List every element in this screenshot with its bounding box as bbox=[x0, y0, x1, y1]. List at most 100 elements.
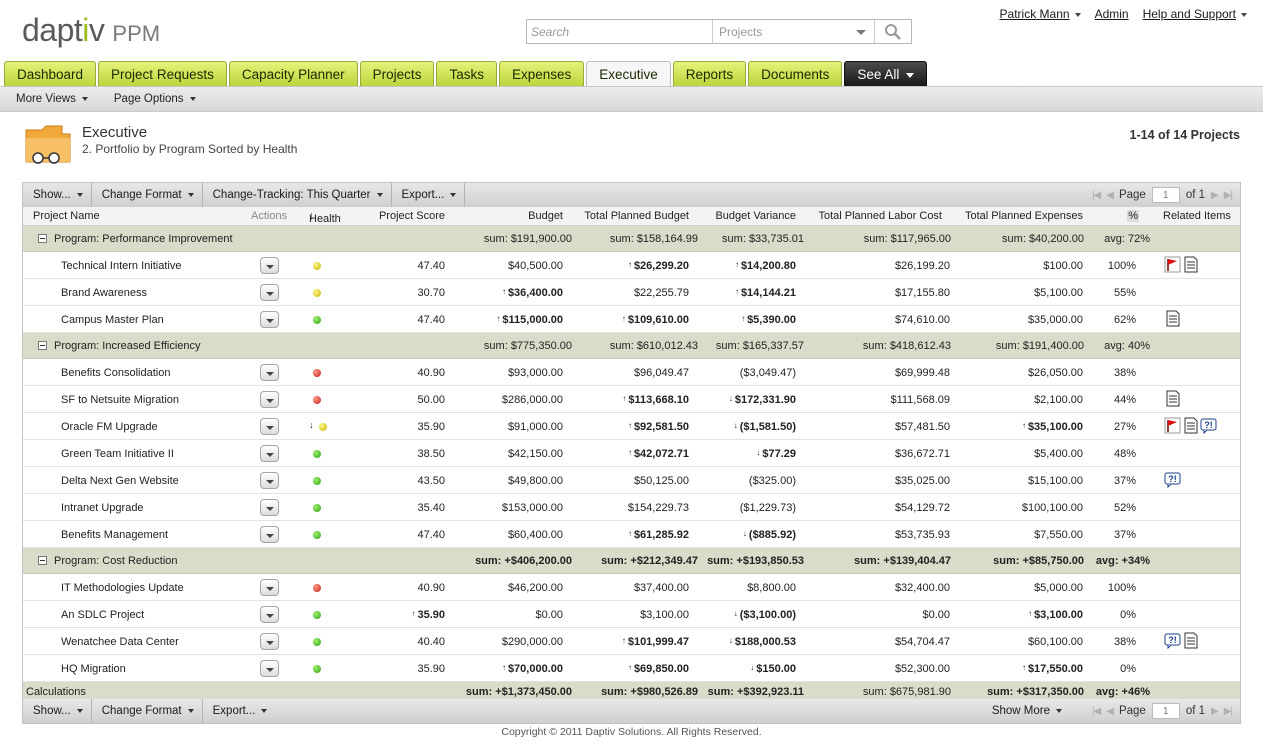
project-row[interactable]: Benefits Management 47.40 $60,400.00 ↑ $61,2… bbox=[23, 521, 1240, 548]
project-name-link[interactable]: Oracle FM Upgrade bbox=[61, 421, 158, 433]
row-actions-button[interactable] bbox=[260, 472, 279, 489]
row-actions-button[interactable] bbox=[260, 606, 279, 623]
collapse-icon[interactable] bbox=[38, 341, 47, 350]
question-icon[interactable]: ?! bbox=[1164, 632, 1181, 652]
row-actions-button[interactable] bbox=[260, 311, 279, 328]
row-actions-button[interactable] bbox=[260, 526, 279, 543]
row-actions-button[interactable] bbox=[260, 579, 279, 596]
project-name-link[interactable]: SF to Netsuite Migration bbox=[61, 394, 179, 406]
prev-page-icon[interactable]: ◀ bbox=[1106, 190, 1114, 201]
project-name-link[interactable]: Brand Awareness bbox=[61, 287, 147, 299]
document-icon[interactable] bbox=[1164, 390, 1181, 410]
row-actions-button[interactable] bbox=[260, 257, 279, 274]
col-budget[interactable]: Budget bbox=[528, 210, 563, 222]
tab-expenses[interactable]: Expenses bbox=[498, 61, 585, 86]
project-row[interactable]: Campus Master Plan 47.40 ↑ $115,000.00 ↑ $109… bbox=[23, 306, 1240, 333]
search-button[interactable] bbox=[875, 20, 911, 43]
first-page-icon[interactable]: |◀ bbox=[1092, 190, 1101, 201]
project-row[interactable]: Benefits Consolidation 40.90 $93,000.00 $96… bbox=[23, 359, 1240, 386]
show-menu-bottom[interactable]: Show... bbox=[23, 699, 92, 723]
project-name-link[interactable]: Campus Master Plan bbox=[61, 314, 164, 326]
prev-page-icon[interactable]: ◀ bbox=[1106, 706, 1114, 717]
tab-reports[interactable]: Reports bbox=[672, 61, 747, 86]
see-all-button[interactable]: See All bbox=[844, 61, 928, 86]
page-number-input[interactable] bbox=[1151, 187, 1180, 203]
row-actions-button[interactable] bbox=[260, 418, 279, 435]
project-name-link[interactable]: Technical Intern Initiative bbox=[61, 260, 181, 272]
project-name-link[interactable]: Benefits Management bbox=[61, 529, 168, 541]
row-actions-button[interactable] bbox=[260, 445, 279, 462]
row-actions-button[interactable] bbox=[260, 364, 279, 381]
document-icon[interactable] bbox=[1182, 256, 1199, 276]
last-page-icon[interactable]: ▶| bbox=[1224, 190, 1233, 201]
col-percent[interactable]: % bbox=[1127, 210, 1139, 222]
show-more-menu[interactable]: Show More bbox=[992, 699, 1062, 723]
issue-flag-icon[interactable] bbox=[1164, 417, 1181, 437]
collapse-icon[interactable] bbox=[38, 556, 47, 565]
tab-documents[interactable]: Documents bbox=[748, 61, 843, 86]
col-health[interactable]: Health ↓ bbox=[309, 210, 341, 225]
project-name-link[interactable]: An SDLC Project bbox=[61, 609, 144, 621]
project-name-link[interactable]: Green Team Initiative II bbox=[61, 448, 174, 460]
project-row[interactable]: SF to Netsuite Migration 50.00 $286,000.00… bbox=[23, 386, 1240, 413]
change-tracking-menu[interactable]: Change-Tracking: This Quarter bbox=[203, 183, 392, 207]
tab-capacity-planner[interactable]: Capacity Planner bbox=[228, 61, 358, 86]
project-name-link[interactable]: Intranet Upgrade bbox=[61, 502, 144, 514]
document-icon[interactable] bbox=[1164, 310, 1181, 330]
row-actions-button[interactable] bbox=[260, 660, 279, 677]
question-icon[interactable]: ?! bbox=[1164, 471, 1181, 491]
tab-project-requests[interactable]: Project Requests bbox=[98, 61, 227, 86]
project-row[interactable]: Intranet Upgrade 35.40 $153,000.00 $154,229… bbox=[23, 494, 1240, 521]
project-name-link[interactable]: Delta Next Gen Website bbox=[61, 475, 179, 487]
tab-dashboard[interactable]: Dashboard bbox=[4, 61, 97, 86]
project-row[interactable]: Oracle FM Upgrade ↓ 35.90 $91,000.00 ↑ $92,58… bbox=[23, 413, 1240, 440]
project-row[interactable]: An SDLC Project ↑ 35.90 $0.00 $3,100.00 ↓ ($3,… bbox=[23, 601, 1240, 628]
col-project-name[interactable]: Project Name bbox=[33, 210, 100, 222]
project-row[interactable]: Green Team Initiative II 38.50 $42,150.00 ↑… bbox=[23, 440, 1240, 467]
last-page-icon[interactable]: ▶| bbox=[1224, 706, 1233, 717]
search-input[interactable]: Search bbox=[527, 20, 713, 43]
show-menu[interactable]: Show... bbox=[23, 183, 92, 207]
project-row[interactable]: IT Methodologies Update 40.90 $46,200.00 $3… bbox=[23, 574, 1240, 601]
more-views-menu[interactable]: More Views bbox=[16, 93, 88, 105]
export-menu-bottom[interactable]: Export... bbox=[203, 699, 276, 723]
project-row[interactable]: Brand Awareness 30.70 ↑ $36,400.00 $22,255.7… bbox=[23, 279, 1240, 306]
tab-tasks[interactable]: Tasks bbox=[436, 61, 497, 86]
project-row[interactable]: Delta Next Gen Website 43.50 $49,800.00 $50… bbox=[23, 467, 1240, 494]
row-actions-button[interactable] bbox=[260, 633, 279, 650]
project-name-link[interactable]: HQ Migration bbox=[61, 663, 126, 675]
row-actions-button[interactable] bbox=[260, 391, 279, 408]
document-icon[interactable] bbox=[1182, 417, 1199, 437]
page-options-menu[interactable]: Page Options bbox=[114, 93, 196, 105]
tab-executive[interactable]: Executive bbox=[586, 61, 671, 87]
project-row[interactable]: Technical Intern Initiative 47.40 $40,500.… bbox=[23, 252, 1240, 279]
col-total-planned-budget[interactable]: Total Planned Budget bbox=[584, 210, 689, 222]
collapse-icon[interactable] bbox=[38, 234, 47, 243]
export-menu[interactable]: Export... bbox=[392, 183, 466, 207]
col-project-score[interactable]: Project Score bbox=[379, 210, 445, 222]
question-icon[interactable]: ?! bbox=[1200, 417, 1217, 437]
document-icon[interactable] bbox=[1182, 632, 1199, 652]
first-page-icon[interactable]: |◀ bbox=[1092, 706, 1101, 717]
issue-flag-icon[interactable] bbox=[1164, 256, 1181, 276]
col-total-planned-expenses[interactable]: Total Planned Expenses bbox=[965, 210, 1083, 222]
help-menu[interactable]: Help and Support bbox=[1143, 7, 1247, 21]
project-row[interactable]: HQ Migration 35.90 ↑ $70,000.00 ↑ $69,850.00 ↓… bbox=[23, 655, 1240, 682]
tab-projects[interactable]: Projects bbox=[359, 61, 435, 86]
search-scope-select[interactable]: Projects bbox=[713, 20, 875, 43]
next-page-icon[interactable]: ▶ bbox=[1211, 190, 1219, 201]
page-number-input[interactable] bbox=[1151, 703, 1180, 719]
project-name-link[interactable]: IT Methodologies Update bbox=[61, 582, 184, 594]
col-total-planned-labor-cost[interactable]: Total Planned Labor Cost bbox=[818, 210, 942, 222]
change-format-menu-bottom[interactable]: Change Format bbox=[92, 699, 203, 723]
next-page-icon[interactable]: ▶ bbox=[1211, 706, 1219, 717]
project-name-link[interactable]: Benefits Consolidation bbox=[61, 367, 170, 379]
project-row[interactable]: Wenatchee Data Center 40.40 $290,000.00 ↑ $1… bbox=[23, 628, 1240, 655]
project-name-link[interactable]: Wenatchee Data Center bbox=[61, 636, 179, 648]
change-format-menu[interactable]: Change Format bbox=[92, 183, 203, 207]
user-menu[interactable]: Patrick Mann bbox=[1000, 7, 1081, 21]
daptiv-logo[interactable]: daptiv PPM bbox=[22, 12, 160, 48]
admin-link[interactable]: Admin bbox=[1095, 7, 1129, 21]
col-budget-variance[interactable]: Budget Variance bbox=[715, 210, 796, 222]
row-actions-button[interactable] bbox=[260, 284, 279, 301]
